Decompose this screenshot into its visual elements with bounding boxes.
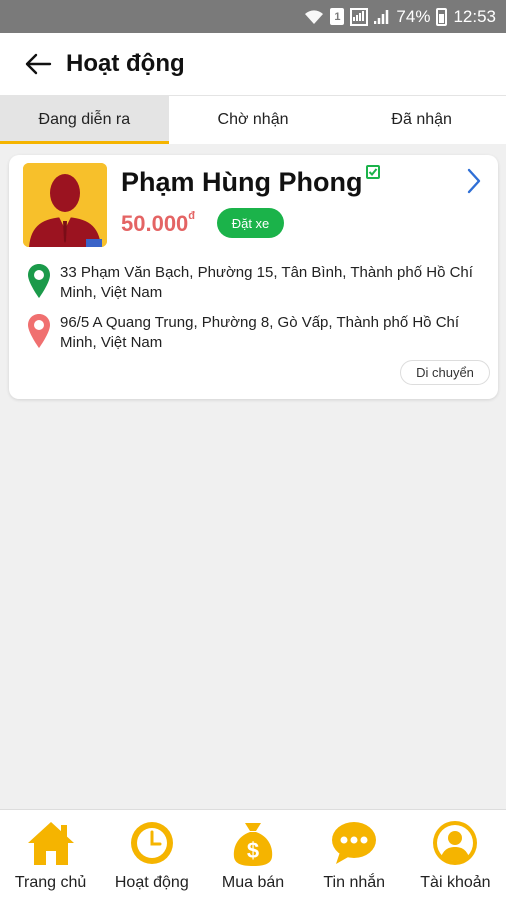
chat-icon: [329, 818, 379, 868]
tab-bar: Đang diễn ra Chờ nhận Đã nhận: [0, 95, 506, 144]
page-title: Hoạt động: [66, 50, 185, 77]
arrow-left-icon: [25, 53, 52, 75]
svg-text:$: $: [247, 838, 259, 863]
battery-percent: 74%: [396, 6, 431, 26]
bottom-nav: Trang chủ Hoạt động $ Mua bán Tin nhắn T…: [0, 809, 506, 900]
price-value: 50.000: [121, 211, 189, 236]
nav-label: Tài khoản: [420, 874, 491, 891]
tab-received[interactable]: Đã nhận: [337, 96, 506, 144]
tab-label: Chờ nhận: [217, 111, 289, 128]
status-bar: 1 74% 12:53: [0, 0, 506, 33]
chevron-right-icon[interactable]: [464, 167, 484, 195]
nav-label: Trang chủ: [14, 874, 87, 891]
nav-label: Tin nhắn: [323, 874, 386, 891]
avatar: [23, 163, 107, 247]
nav-label: Hoạt động: [114, 874, 189, 891]
dropoff-address: 96/5 A Quang Trung, Phường 8, Gò Vấp, Th…: [60, 314, 460, 351]
clock-time: 12:53: [453, 6, 496, 26]
dropoff-address-row: 96/5 A Quang Trung, Phường 8, Gò Vấp, Th…: [27, 313, 487, 353]
tab-label: Đã nhận: [391, 111, 452, 128]
back-button[interactable]: [22, 48, 54, 80]
money-bag-icon: $: [228, 818, 278, 868]
price: 50.000đ: [121, 209, 196, 237]
nav-item-home[interactable]: Trang chủ: [0, 810, 101, 900]
verified-check-icon: [366, 165, 381, 179]
nav-item-account[interactable]: Tài khoản: [405, 810, 506, 900]
clock-icon: [127, 818, 177, 868]
home-icon: [26, 818, 76, 868]
nav-item-activity[interactable]: Hoạt động: [101, 810, 202, 900]
person-name: Phạm Hùng Phong: [121, 167, 363, 197]
data-icon: [350, 7, 369, 26]
battery-icon: [436, 7, 448, 26]
pickup-address: 33 Phạm Văn Bạch, Phường 15, Tân Bình, T…: [60, 264, 473, 301]
nav-label: Mua bán: [221, 874, 285, 891]
status-badge: Đặt xe: [217, 208, 284, 238]
app-bar: Hoạt động: [0, 33, 506, 95]
move-button[interactable]: Di chuyển: [400, 360, 490, 385]
account-icon: [430, 818, 480, 868]
dropoff-pin-icon: [28, 314, 50, 348]
tab-label: Đang diễn ra: [38, 111, 131, 128]
nav-item-messages[interactable]: Tin nhắn: [304, 810, 405, 900]
nav-item-shopping[interactable]: $ Mua bán: [202, 810, 303, 900]
signal-icon: [374, 9, 390, 25]
tab-ongoing[interactable]: Đang diễn ra: [0, 96, 169, 144]
sim-icon: 1: [330, 8, 345, 25]
currency-symbol: đ: [188, 209, 196, 222]
wifi-icon: [304, 9, 324, 25]
name-row: Phạm Hùng Phong: [121, 165, 381, 198]
trip-card[interactable]: Phạm Hùng Phong 50.000đ Đặt xe 33 Phạm V…: [9, 155, 498, 399]
pickup-address-row: 33 Phạm Văn Bạch, Phường 15, Tân Bình, T…: [27, 263, 487, 303]
pickup-pin-icon: [28, 264, 50, 298]
tab-waiting[interactable]: Chờ nhận: [169, 96, 338, 144]
